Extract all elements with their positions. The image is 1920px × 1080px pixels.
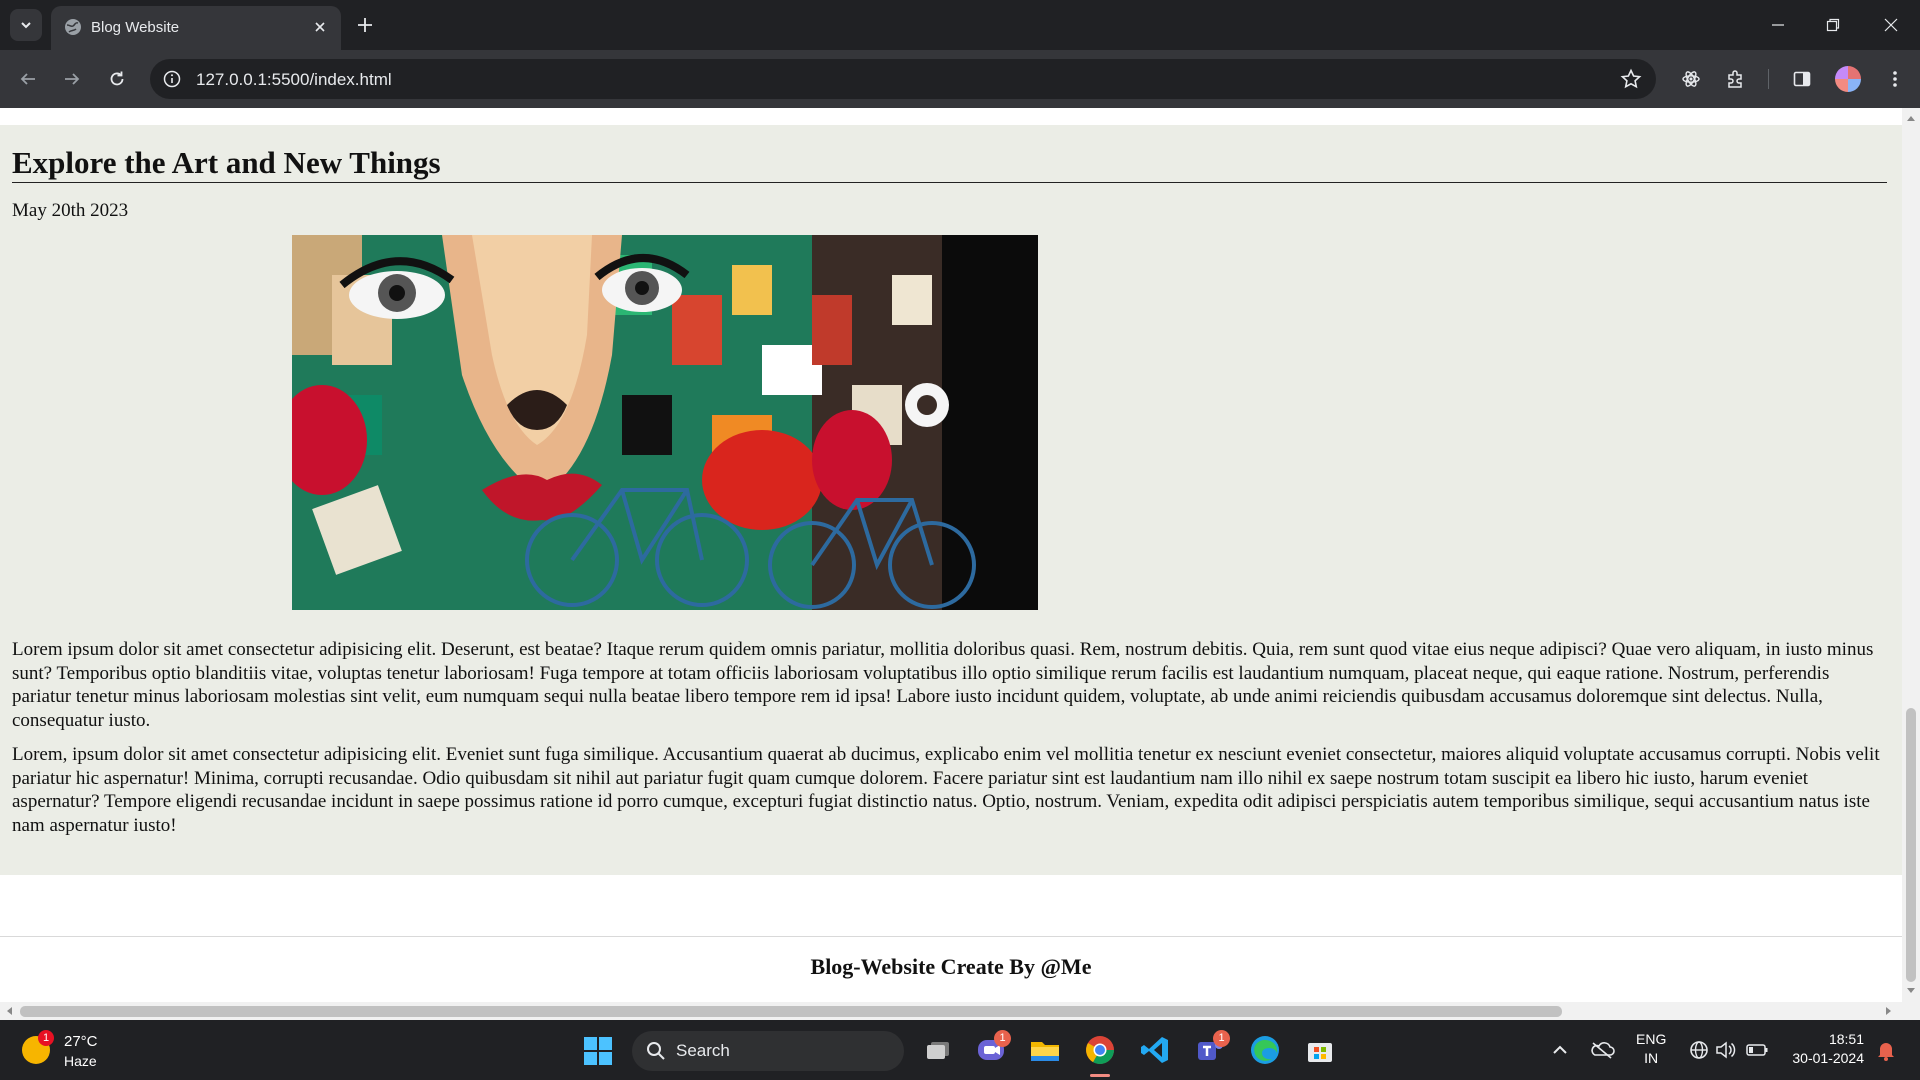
weather-badge: 1 xyxy=(38,1030,54,1046)
horizontal-scrollbar[interactable] xyxy=(0,1002,1920,1020)
puzzle-icon xyxy=(1728,70,1742,88)
forward-button[interactable] xyxy=(56,63,88,95)
browser-tab-bar: Blog Website xyxy=(0,0,1920,50)
side-panel-button[interactable] xyxy=(1786,63,1818,95)
chrome-active-indicator xyxy=(1090,1074,1110,1077)
plus-icon xyxy=(358,18,372,32)
vertical-scroll-thumb[interactable] xyxy=(1906,708,1916,982)
close-window-button[interactable] xyxy=(1873,10,1909,40)
microsoft-store-icon[interactable] xyxy=(1304,1034,1336,1066)
browser-menu-button[interactable] xyxy=(1879,63,1911,95)
scroll-up-arrow-icon[interactable] xyxy=(1907,116,1915,121)
scroll-down-arrow-icon[interactable] xyxy=(1907,988,1915,993)
volume-icon[interactable] xyxy=(1711,1036,1739,1064)
post-paragraph: Lorem, ipsum dolor sit amet consectetur … xyxy=(12,744,1880,836)
file-explorer-icon[interactable] xyxy=(1029,1034,1061,1066)
post-title: Explore the Art and New Things xyxy=(12,145,441,180)
task-view-icon[interactable] xyxy=(922,1034,954,1066)
horizontal-scroll-thumb[interactable] xyxy=(20,1006,1562,1017)
weather-temperature: 27°C xyxy=(64,1033,98,1050)
show-hidden-icons-chevron-up-icon[interactable] xyxy=(1546,1036,1574,1064)
url-text[interactable]: 127.0.0.1:5500/index.html xyxy=(196,70,392,90)
footer-divider xyxy=(0,936,1902,937)
vscode-icon[interactable] xyxy=(1139,1034,1171,1066)
meet-badge: 1 xyxy=(994,1030,1011,1047)
atom-icon xyxy=(1682,71,1700,87)
language-indicator[interactable]: ENG IN xyxy=(1636,1030,1666,1068)
back-button[interactable] xyxy=(12,63,44,95)
close-icon xyxy=(1884,18,1898,32)
tab-title: Blog Website xyxy=(91,19,180,36)
more-vert-icon xyxy=(1893,71,1897,87)
minimize-icon xyxy=(1772,24,1784,26)
tab-search-button[interactable] xyxy=(10,9,42,41)
site-info-icon[interactable] xyxy=(162,69,182,89)
reload-icon xyxy=(110,71,124,86)
language-code: ENG xyxy=(1636,1031,1667,1047)
clock-date: 30-01-2024 xyxy=(1792,1050,1864,1066)
chevron-down-icon xyxy=(21,22,31,29)
teams-icon[interactable]: 1 xyxy=(1194,1030,1230,1066)
search-label: Search xyxy=(676,1041,730,1060)
profile-avatar[interactable] xyxy=(1835,66,1861,92)
browser-tab[interactable]: Blog Website xyxy=(51,6,341,50)
restore-icon xyxy=(1826,18,1840,32)
globe-icon xyxy=(65,19,81,35)
restore-button[interactable] xyxy=(1815,10,1851,40)
windows-start-icon[interactable] xyxy=(584,1037,612,1065)
reload-button[interactable] xyxy=(101,63,133,95)
extension-button[interactable] xyxy=(1675,63,1707,95)
weather-widget[interactable]: 1 27°C Haze xyxy=(22,1030,142,1072)
notification-bell-icon[interactable] xyxy=(1872,1036,1900,1064)
post-date: May 20th 2023 xyxy=(12,200,129,221)
title-underline xyxy=(12,182,1887,183)
windows-taskbar: 1 27°C Haze Search 1 1 ENG IN 18:51 30-0… xyxy=(0,1020,1920,1080)
scroll-left-arrow-icon[interactable] xyxy=(7,1007,12,1015)
teams-badge: 1 xyxy=(1213,1030,1230,1047)
battery-icon[interactable] xyxy=(1743,1036,1771,1064)
taskbar-clock[interactable]: 18:51 30-01-2024 xyxy=(1784,1030,1864,1068)
weather-condition: Haze xyxy=(64,1053,97,1069)
close-icon xyxy=(315,22,325,32)
graffiti-mural-image xyxy=(292,235,1038,610)
search-icon xyxy=(647,1042,665,1060)
vertical-scrollbar[interactable] xyxy=(1902,108,1920,1002)
arrow-left-icon xyxy=(20,73,35,85)
mural-illustration xyxy=(292,235,1038,610)
taskbar-search-box[interactable]: Search xyxy=(632,1031,904,1071)
chrome-icon[interactable] xyxy=(1084,1034,1116,1066)
footer-credit: Blog-Website Create By @Me xyxy=(810,954,1092,979)
scroll-right-arrow-icon[interactable] xyxy=(1886,1007,1891,1015)
arrow-right-icon xyxy=(65,73,80,85)
onedrive-offline-icon[interactable] xyxy=(1588,1036,1616,1064)
clock-time: 18:51 xyxy=(1828,1031,1864,1047)
new-tab-button[interactable] xyxy=(352,12,378,38)
blog-post: Explore the Art and New Things May 20th … xyxy=(0,125,1902,875)
tab-close-button[interactable] xyxy=(309,16,331,38)
network-globe-icon[interactable] xyxy=(1685,1036,1713,1064)
region-code: IN xyxy=(1644,1050,1659,1066)
browser-toolbar: 127.0.0.1:5500/index.html xyxy=(0,50,1920,108)
minimize-button[interactable] xyxy=(1760,10,1796,40)
extensions-menu-button[interactable] xyxy=(1720,63,1752,95)
page-viewport: Explore the Art and New Things May 20th … xyxy=(0,108,1902,1002)
edge-icon[interactable] xyxy=(1249,1034,1281,1066)
post-paragraph: Lorem ipsum dolor sit amet consectetur a… xyxy=(12,639,1874,731)
address-bar[interactable]: 127.0.0.1:5500/index.html xyxy=(150,59,1656,99)
toolbar-separator xyxy=(1768,69,1769,89)
side-panel-icon xyxy=(1793,71,1811,87)
bookmark-star-icon[interactable] xyxy=(1620,68,1642,90)
meet-chat-icon[interactable]: 1 xyxy=(975,1030,1011,1066)
